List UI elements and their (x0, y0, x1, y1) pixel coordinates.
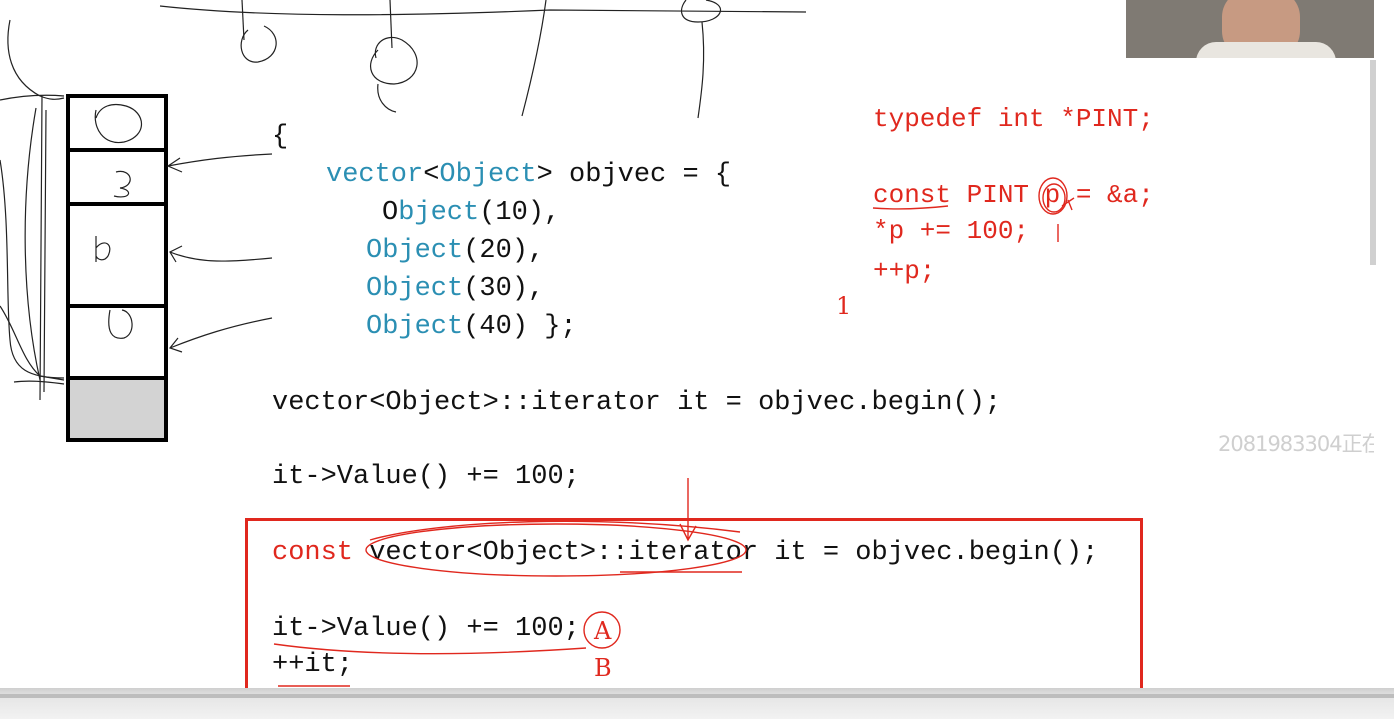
note-typedef-line: typedef int *PINT; (873, 104, 1154, 134)
top-sketch (159, 0, 807, 119)
code-increment-line: ++it; (272, 650, 354, 680)
const-iterator-rest: vector<Object>::iterator it = objvec.beg… (353, 538, 1099, 568)
margin-number: 1 (836, 292, 852, 320)
player-control-bar[interactable] (0, 688, 1394, 719)
vector-lt: < (423, 160, 440, 190)
code-iterator-line: vector<Object>::iterator it = objvec.beg… (272, 388, 1002, 418)
code-const-value-line: it->Value() += 100; (272, 614, 580, 644)
code-element-2: Object(20), (366, 236, 544, 266)
code-element-4: Object(40) }; (366, 312, 577, 342)
const-keyword: const (272, 538, 354, 568)
code-element-3: Object(30), (366, 274, 544, 304)
element-1-name: bject (398, 198, 480, 228)
note-deref-line: *p += 100; (873, 216, 1030, 246)
watermark-text: 2081983304正在 (1218, 432, 1383, 456)
code-value-line: it->Value() += 100; (272, 462, 580, 492)
vector-gt: > (536, 160, 553, 190)
code-element-1: Object(10), (382, 198, 560, 228)
element-1-args: (10), (479, 198, 561, 228)
element-4-args: (40) }; (463, 312, 577, 342)
webcam-overlay (1126, 0, 1374, 58)
lecture-slide: { vector<Object> objvec = { Object(10), … (0, 0, 1394, 719)
vector-keyword: vector (326, 160, 424, 190)
element-2-args: (20), (463, 236, 545, 266)
note-increment-line: ++p; (873, 256, 936, 286)
element-2-name: Object (366, 236, 464, 266)
note-const-pint-line: const PINT p = &a; (873, 180, 1154, 210)
element-3-args: (30), (463, 274, 545, 304)
presenter-shirt (1196, 42, 1336, 58)
vector-decl-rest: objvec = { (552, 160, 732, 190)
scrollbar-thumb[interactable] (1370, 60, 1376, 265)
label-b: B (594, 654, 612, 682)
element-1-o: O (382, 198, 399, 228)
element-4-name: Object (366, 312, 464, 342)
right-edge-strip (1374, 0, 1394, 719)
code-const-iterator-line: const vector<Object>::iterator it = objv… (272, 538, 1098, 568)
code-vector-declaration: vector<Object> objvec = { (326, 160, 731, 190)
object-type: Object (439, 160, 537, 190)
label-a: A (594, 617, 612, 645)
element-3-name: Object (366, 274, 464, 304)
code-open-brace: { (272, 122, 289, 152)
progress-track[interactable] (0, 694, 1394, 698)
